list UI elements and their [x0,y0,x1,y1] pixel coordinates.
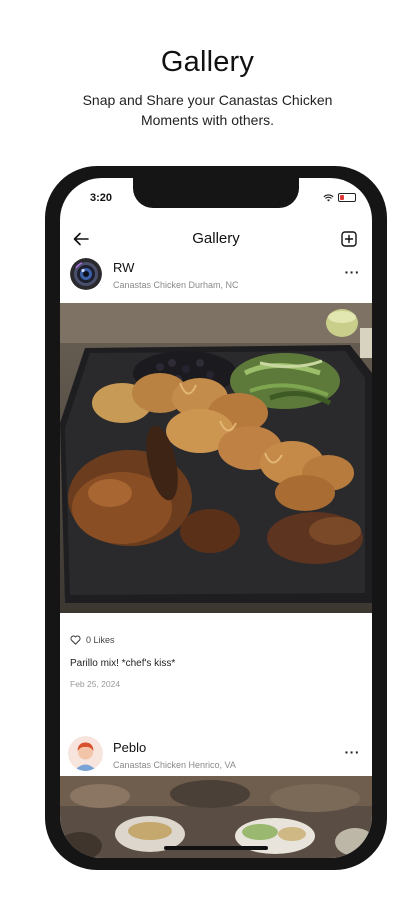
battery-icon [338,193,356,202]
phone-notch [133,178,299,208]
app-screen: 3:20 Gallery RW Canastas Chicken Durham,… [60,178,372,858]
post-location: Canastas Chicken Henrico, VA [113,760,236,770]
avatar[interactable] [70,258,102,290]
person-avatar-icon [68,736,103,771]
heart-icon[interactable] [70,635,81,645]
post-header: RW Canastas Chicken Durham, NC ··· [60,258,372,298]
food-photo-image [60,303,372,613]
more-options-icon[interactable]: ··· [345,264,361,280]
avatar[interactable] [68,736,103,771]
phone-frame: 3:20 Gallery RW Canastas Chicken Durham,… [45,166,387,870]
post-location: Canastas Chicken Durham, NC [113,280,239,290]
post-username[interactable]: RW [113,260,134,275]
post-photo[interactable] [60,303,372,613]
post-header: Peblo Canastas Chicken Henrico, VA ··· [60,736,372,778]
post-caption: Parillo mix! *chef's kiss* [70,658,176,669]
promo-title: Gallery [160,46,255,78]
status-time: 3:20 [90,192,113,204]
status-icons [323,193,356,202]
likes-count: 0 Likes [86,635,115,645]
likes-row: 0 Likes [70,635,115,645]
plus-square-icon[interactable] [340,230,358,248]
post-date: Feb 25, 2024 [70,679,121,689]
promo-subtitle: Snap and Share your Canastas Chicken Mom… [82,92,333,128]
post-username[interactable]: Peblo [113,740,146,755]
wifi-icon [323,193,334,202]
more-options-icon[interactable]: ··· [345,744,361,760]
camera-lens-avatar-icon [70,258,102,290]
page-title: Gallery [192,230,240,247]
home-indicator [164,846,268,850]
